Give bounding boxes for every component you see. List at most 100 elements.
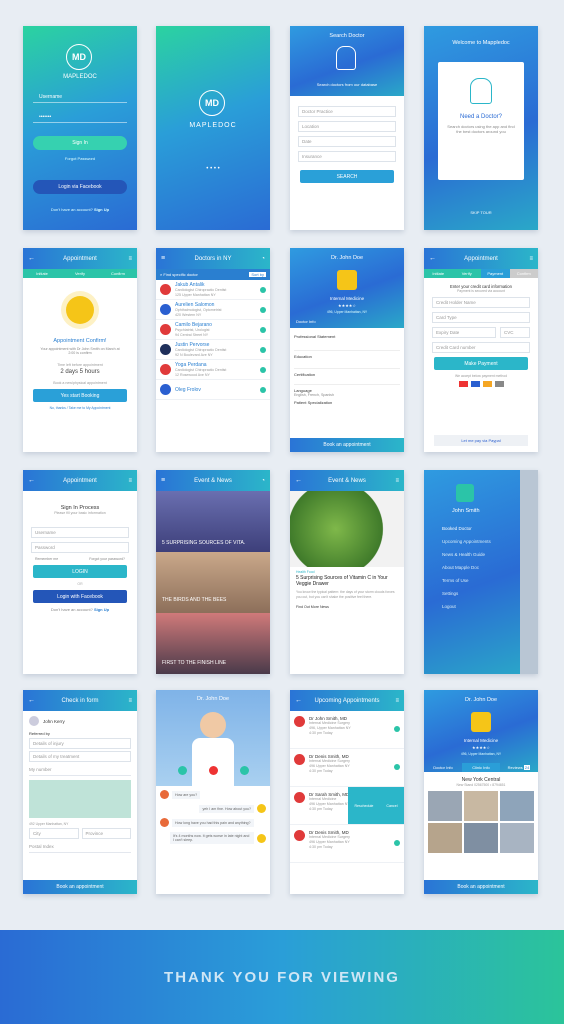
phone-icon[interactable] bbox=[260, 306, 266, 313]
phone-icon[interactable] bbox=[260, 326, 266, 333]
back-arrow-icon[interactable]: ← bbox=[28, 255, 35, 262]
username-input[interactable]: Username bbox=[31, 527, 129, 538]
tab-verify[interactable]: Verify bbox=[453, 269, 482, 278]
phone-icon[interactable] bbox=[260, 366, 266, 373]
tab-reviews[interactable]: Reviews 24 bbox=[500, 763, 538, 772]
login-button[interactable]: LOGIN bbox=[33, 565, 127, 578]
location-input[interactable]: Location bbox=[298, 121, 396, 132]
doctor-row[interactable]: Yoga Perdana Cardiologist Chiropractic De… bbox=[156, 360, 270, 380]
back-arrow-icon[interactable]: ← bbox=[28, 697, 35, 704]
search-input[interactable]: Find specific doctor bbox=[163, 272, 197, 277]
appointment-row[interactable]: Dr Sarah Smith, MD Internal Medicine 496 U… bbox=[290, 787, 404, 825]
paypal-button[interactable]: Let me pay via Paypal bbox=[434, 435, 528, 446]
clinic-photo[interactable] bbox=[464, 823, 498, 853]
remember-checkbox[interactable]: Remember me bbox=[35, 557, 58, 561]
menu-icon[interactable]: ≡ bbox=[161, 255, 165, 262]
card-number-input[interactable]: Credit Card number bbox=[432, 342, 530, 353]
tab-doctor-info[interactable]: Doctor Info bbox=[296, 319, 316, 324]
practice-select[interactable]: Doctor Practice bbox=[298, 106, 396, 117]
password-input[interactable]: Password bbox=[31, 542, 129, 553]
make-payment-button[interactable]: Make Payment bbox=[434, 357, 528, 370]
menu-icon[interactable]: ≡ bbox=[128, 256, 132, 262]
appointment-row[interactable]: Dr John Smith, MD Internal Medicine Surge… bbox=[290, 711, 404, 749]
search-bar[interactable]: ⌕ Find specific doctor Sort by bbox=[156, 269, 270, 280]
forgot-link[interactable]: Forgot your password? bbox=[89, 557, 125, 561]
card-type-select[interactable]: Card Type bbox=[432, 312, 530, 323]
number-input[interactable]: My number bbox=[29, 764, 131, 776]
clinic-photo[interactable] bbox=[500, 791, 534, 821]
card-holder-input[interactable]: Credit Holder Name bbox=[432, 297, 530, 308]
news-card[interactable]: THE BIRDS AND THE BEES bbox=[156, 552, 270, 613]
facebook-button[interactable]: Login via Facebook bbox=[33, 180, 127, 194]
video-call-icon[interactable] bbox=[394, 840, 400, 846]
expiry-input[interactable]: Expiry Date bbox=[432, 327, 496, 338]
more-news-link[interactable]: Find Out More News bbox=[296, 605, 398, 609]
back-arrow-icon[interactable]: ← bbox=[28, 477, 35, 484]
postal-input[interactable]: Postal Index bbox=[29, 841, 131, 853]
doctor-row[interactable]: Camilo Bejarano Psychiatrist, Urologist 94… bbox=[156, 320, 270, 340]
tab-payment[interactable]: Payment bbox=[481, 269, 510, 278]
menu-icon[interactable]: ≡ bbox=[395, 478, 399, 484]
mute-icon[interactable] bbox=[178, 766, 187, 775]
doctor-row[interactable]: Oleg Frolov bbox=[156, 380, 270, 400]
start-booking-button[interactable]: Yes start Booking bbox=[33, 389, 127, 402]
signin-button[interactable]: Sign In bbox=[33, 136, 127, 150]
book-appointment-button[interactable]: Book an appointment bbox=[23, 880, 137, 894]
cancel-button[interactable]: Cancel bbox=[386, 804, 397, 808]
forgot-link[interactable]: Forgot Password bbox=[23, 156, 137, 161]
menu-icon[interactable]: ≡ bbox=[128, 698, 132, 704]
clinic-photo[interactable] bbox=[428, 823, 462, 853]
tab-clinic-info[interactable]: Clinic Info bbox=[462, 763, 500, 772]
skip-tour-link[interactable]: SKIP TOUR bbox=[424, 210, 538, 215]
doctor-row[interactable]: Jakub Antalik Cardiologist Chiropractic D… bbox=[156, 280, 270, 300]
doctor-row[interactable]: Aurelien Salomon Ophthalmologist, Optomet… bbox=[156, 300, 270, 320]
phone-icon[interactable] bbox=[260, 346, 266, 353]
back-arrow-icon[interactable]: ← bbox=[429, 255, 436, 262]
injury-input[interactable]: Details of injury bbox=[29, 738, 131, 749]
clinic-photo[interactable] bbox=[500, 823, 534, 853]
tab-initiate[interactable]: Initiate bbox=[424, 269, 453, 278]
signup-link[interactable]: Sign Up bbox=[94, 607, 109, 612]
bell-icon[interactable]: ◔ bbox=[261, 256, 265, 262]
video-call-icon[interactable] bbox=[394, 726, 400, 732]
phone-icon[interactable] bbox=[260, 386, 266, 393]
clinic-photo[interactable] bbox=[428, 791, 462, 821]
end-call-icon[interactable] bbox=[209, 766, 218, 775]
tab-verify[interactable]: Verify bbox=[61, 269, 99, 278]
signup-link[interactable]: Sign Up bbox=[94, 207, 109, 212]
username-input[interactable]: Username bbox=[33, 92, 127, 103]
insurance-select[interactable]: Insurance bbox=[298, 151, 396, 162]
appointment-row[interactable]: Dr Denis Smith, MD Internal Medicine Surg… bbox=[290, 749, 404, 787]
password-input[interactable]: ••••••• bbox=[33, 112, 127, 123]
video-toggle-icon[interactable] bbox=[240, 766, 249, 775]
news-card[interactable]: FIRST TO THE FINISH LINE bbox=[156, 613, 270, 674]
clinic-photo[interactable] bbox=[464, 791, 498, 821]
search-button[interactable]: SEARCH bbox=[300, 170, 394, 183]
bottom-links[interactable]: No, thanks / Take me to My Appointment bbox=[23, 406, 137, 410]
tab-confirm[interactable]: Confirm bbox=[99, 269, 137, 278]
appointment-row[interactable]: Dr Denis Smith, MD Internal Medicine Surg… bbox=[290, 825, 404, 863]
facebook-button[interactable]: Login with Facebook bbox=[33, 590, 127, 603]
menu-icon[interactable]: ≡ bbox=[529, 256, 533, 262]
back-arrow-icon[interactable]: ← bbox=[295, 697, 302, 704]
book-appointment-button[interactable]: Book an appointment bbox=[290, 438, 404, 452]
bell-icon[interactable]: ◔ bbox=[261, 478, 265, 484]
tab-initiate[interactable]: Initiate bbox=[23, 269, 61, 278]
tab-doctor-info[interactable]: Doctor Info bbox=[424, 763, 462, 772]
menu-icon[interactable]: ≡ bbox=[128, 478, 132, 484]
book-appointment-button[interactable]: Book an appointment bbox=[424, 880, 538, 894]
tab-confirm[interactable]: Confirm bbox=[509, 269, 538, 278]
news-card[interactable]: 5 SURPRISING SOURCES OF VITA. bbox=[156, 491, 270, 552]
city-input[interactable]: City bbox=[29, 828, 79, 839]
treatment-input[interactable]: Details of my treatment bbox=[29, 751, 131, 762]
back-arrow-icon[interactable]: ← bbox=[295, 477, 302, 484]
reschedule-button[interactable]: Reschedule bbox=[354, 804, 373, 808]
menu-icon[interactable]: ≡ bbox=[395, 698, 399, 704]
date-input[interactable]: Date bbox=[298, 136, 396, 147]
cvc-input[interactable]: CVC bbox=[500, 327, 530, 338]
doctor-row[interactable]: Justin Pervorse Cardiologist Chiropractic… bbox=[156, 340, 270, 360]
province-input[interactable]: Province bbox=[81, 828, 131, 839]
sort-button[interactable]: Sort by bbox=[249, 272, 266, 277]
phone-icon[interactable] bbox=[260, 286, 266, 293]
menu-icon[interactable]: ≡ bbox=[161, 477, 165, 484]
